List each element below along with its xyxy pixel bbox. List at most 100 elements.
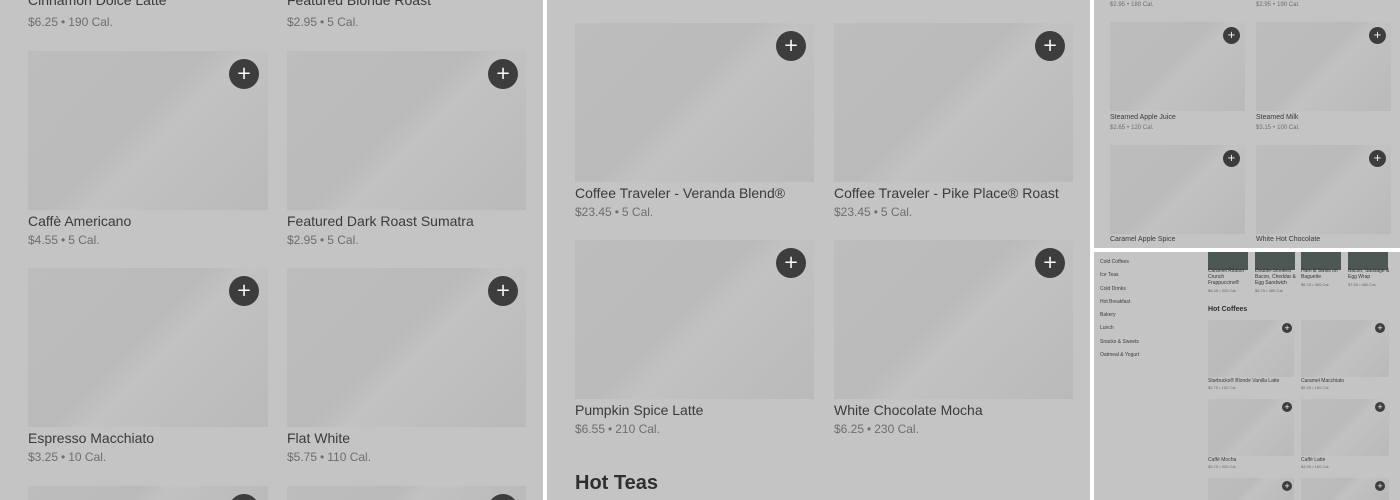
menu-item-name: Caffè Mocha [1208, 457, 1237, 463]
menu-item-card[interactable]: + Steamed Milk $3.15 • 100 Cal. [1256, 22, 1391, 137]
separator-dot: • [320, 15, 325, 29]
menu-item-card[interactable]: + White Chocolate Mocha $6.25 • 230 Cal. [834, 240, 1074, 440]
menu-item-card[interactable]: Featured Blonde Roast $2.95 • 5 Cal. [287, 0, 527, 32]
menu-item-card[interactable]: + Caramel Apple Spice [1110, 145, 1245, 248]
add-item-button[interactable]: + [229, 59, 259, 89]
plus-icon: + [783, 35, 799, 56]
menu-item-meta: $6.25 • 190 Cal. [28, 15, 113, 29]
menu-item-card[interactable]: + Espresso Macchiato $3.25 • 10 Cal. [28, 268, 268, 468]
menu-item-calories: 300 Cal. [1221, 464, 1237, 469]
add-item-button[interactable]: + [229, 276, 259, 306]
menu-item-price: $5.75 [1208, 385, 1219, 390]
menu-item-card[interactable]: + Caffè Mocha $5.75 • 300 Cal. [1208, 399, 1294, 471]
sidebar-item-hot-breakfast[interactable]: Hot Breakfast [1100, 299, 1130, 305]
sidebar-item-cold-drinks[interactable]: Cold Drinks [1100, 286, 1126, 292]
add-item-button[interactable]: + [1369, 150, 1386, 167]
menu-item-card[interactable]: + Featured Dark Roast Sumatra $2.95 • 5 Ca… [287, 51, 527, 251]
menu-panel-overview: Cold Coffees Ice Teas Cold Drinks Hot Br… [1094, 252, 1400, 500]
menu-item-name: Pumpkin Spice Latte [575, 402, 704, 418]
plus-icon: + [495, 280, 511, 301]
add-item-button[interactable]: + [1282, 481, 1292, 491]
menu-item-card[interactable]: + [1301, 478, 1389, 500]
menu-item-calories: 10 Cal. [68, 450, 107, 464]
menu-item-meta: $4.95 • 180 Cal. [1301, 464, 1330, 469]
sidebar-item-snacks-sweets[interactable]: Snacks & Sweets [1100, 339, 1139, 345]
add-item-button[interactable]: + [1282, 402, 1292, 412]
menu-item-calories: 180 Cal. [1131, 2, 1154, 8]
menu-item-card[interactable]: Cinnamon Dolce Latte $6.25 • 190 Cal. [28, 0, 268, 32]
add-item-button[interactable]: + [1223, 27, 1240, 44]
menu-item-card[interactable]: + Caffè Latte $4.95 • 180 Cal. [1301, 399, 1389, 471]
menu-item-price: $5.95 [1301, 385, 1312, 390]
menu-item-card[interactable]: + White Hot Chocolate [1256, 145, 1391, 248]
menu-item-calories: 5 Cal. [880, 205, 913, 219]
featured-item-name: Ham & Swiss on Baguette [1301, 268, 1338, 280]
featured-item-calories: 320 Cal. [1221, 288, 1237, 293]
add-item-button[interactable]: + [1282, 323, 1292, 333]
menu-item-card[interactable]: + Pumpkin Spice Latte $6.55 • 210 Cal. [575, 240, 815, 440]
featured-item-name: Bacon, Sausage & Egg Wrap [1348, 268, 1390, 280]
sidebar-item-lunch[interactable]: Lunch [1100, 325, 1114, 331]
menu-item-card[interactable]: + Coffee Traveler - Veranda Blend® $23.4… [575, 23, 815, 223]
featured-item-calories: 480 Cal. [1268, 288, 1284, 293]
menu-item-name: Caramel Macchiato [1301, 378, 1345, 384]
sidebar-item-oatmeal-yogurt[interactable]: Oatmeal & Yogurt [1100, 352, 1139, 358]
menu-item-price: $3.15 [1256, 125, 1272, 131]
add-item-button[interactable]: + [488, 59, 518, 89]
plus-icon: + [1284, 402, 1290, 411]
menu-item-card[interactable]: + [28, 486, 268, 500]
separator-dot: • [873, 205, 878, 219]
menu-item-meta: $3.15 • 100 Cal. [1256, 125, 1299, 131]
menu-item-meta: $3.25 • 10 Cal. [28, 450, 106, 464]
menu-item-calories: 5 Cal. [327, 233, 359, 247]
menu-item-card[interactable]: + Starbucks® Blonde Vanilla Latte $5.75 … [1208, 320, 1294, 392]
menu-item-calories: 210 Cal. [615, 422, 660, 436]
menu-item-card[interactable]: + Caramel Macchiato $5.95 • 180 Cal. [1301, 320, 1389, 392]
menu-item-card[interactable]: + Steamed Apple Juice $2.65 • 120 Cal. [1110, 22, 1245, 137]
add-item-button[interactable]: + [1223, 150, 1240, 167]
menu-item-card[interactable]: + Caffè Americano $4.55 • 5 Cal. [28, 51, 268, 251]
menu-item-card[interactable]: + [1208, 478, 1294, 500]
add-item-button[interactable]: + [488, 276, 518, 306]
menu-item-meta: $2.95 • 190 Cal. [1256, 2, 1299, 8]
add-item-button[interactable]: + [776, 248, 806, 278]
add-item-button[interactable]: + [1369, 27, 1386, 44]
menu-item-meta: $2.95 • 5 Cal. [287, 15, 359, 29]
add-item-button[interactable]: + [1035, 31, 1065, 61]
separator-dot: • [320, 450, 325, 464]
menu-item-price: $2.95 [287, 233, 318, 247]
add-item-button[interactable]: + [1375, 402, 1385, 412]
menu-item-name: Steamed Apple Juice [1110, 114, 1176, 121]
menu-panel-coffees: Cinnamon Dolce Latte $6.25 • 190 Cal. Feat… [0, 0, 543, 500]
plus-icon: + [236, 63, 252, 84]
featured-item-meta: $7.55 • 480 Cal. [1348, 282, 1377, 287]
plus-icon: + [1377, 481, 1383, 490]
add-item-button[interactable]: + [1035, 248, 1065, 278]
featured-item-meta: $5.75 • 480 Cal. [1255, 288, 1284, 293]
menu-item-meta: $2.95 • 180 Cal. [1110, 2, 1153, 8]
menu-item-calories: 120 Cal. [1131, 125, 1154, 131]
menu-item-calories: 100 Cal. [1277, 125, 1300, 131]
plus-icon: + [1377, 402, 1383, 411]
menu-item-card[interactable]: + Flat White $5.75 • 110 Cal. [287, 268, 527, 468]
menu-item-meta: $2.65 • 120 Cal. [1110, 125, 1153, 131]
add-item-button[interactable]: + [1375, 323, 1385, 333]
sidebar-item-cold-coffees[interactable]: Cold Coffees [1100, 259, 1129, 265]
menu-item-price: $23.45 [834, 205, 871, 219]
plus-icon: + [1284, 481, 1290, 490]
menu-item-price: $2.95 [1256, 2, 1272, 8]
menu-item-card[interactable]: + [287, 486, 527, 500]
menu-item-card[interactable]: + Coffee Traveler - Pike Place® Roast $2… [834, 23, 1074, 223]
menu-item-calories: 5 Cal. [621, 205, 654, 219]
sidebar-item-ice-teas[interactable]: Ice Teas [1100, 272, 1119, 278]
sidebar-item-bakery[interactable]: Bakery [1100, 312, 1116, 318]
menu-item-price: $5.75 [287, 450, 318, 464]
menu-item-name: Coffee Traveler - Veranda Blend® [575, 185, 786, 201]
menu-item-meta: $5.75 • 300 Cal. [1208, 464, 1237, 469]
add-item-button[interactable]: + [1375, 481, 1385, 491]
menu-item-price: $6.25 [834, 422, 865, 436]
add-item-button[interactable]: + [776, 31, 806, 61]
menu-item-price: $2.65 [1110, 125, 1126, 131]
plus-icon: + [495, 63, 511, 84]
menu-item-calories: 180 Cal. [1314, 464, 1330, 469]
